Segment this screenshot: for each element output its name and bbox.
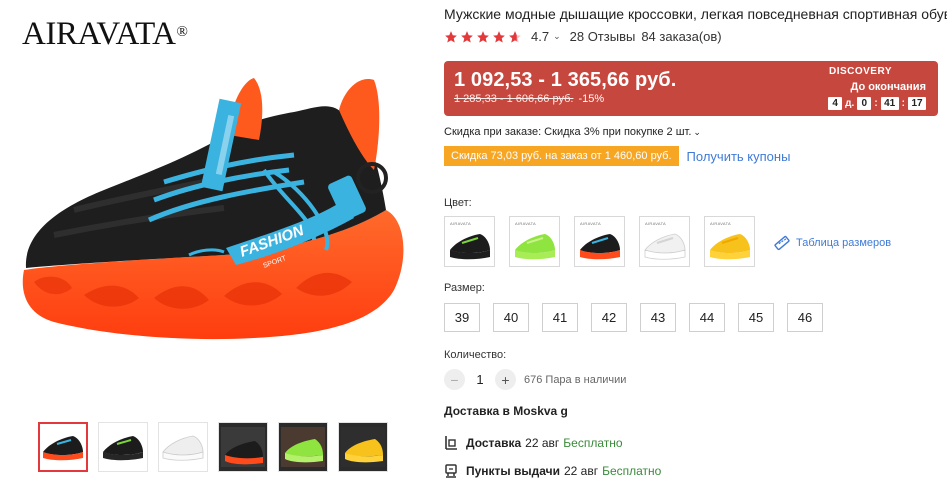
price-banner: 1 092,53 - 1 365,66 руб. 1 285,33 - 1 60… bbox=[444, 61, 938, 116]
order-discount[interactable]: Скидка при заказе: Скидка 3% при покупке… bbox=[444, 126, 701, 138]
shipping-date: 22 авг bbox=[563, 464, 599, 478]
thumbnail-black-orange[interactable] bbox=[38, 422, 88, 472]
star-icon bbox=[461, 30, 473, 43]
timer-days-unit: д. bbox=[845, 98, 855, 109]
swatch-sneaker-icon bbox=[579, 234, 620, 260]
shipping-option-pickup: Пункты выдачи 22 авг Бесплатно bbox=[444, 463, 661, 479]
color-options: AIRAVATA AIRAVATA AIRAVATA AIRAVATA AIRAVATA bbox=[444, 216, 755, 267]
size-options: 39 40 41 42 43 44 45 46 bbox=[444, 303, 823, 332]
color-option[interactable]: AIRAVATA bbox=[639, 216, 690, 267]
swatch-brand-text: AIRAVATA bbox=[580, 221, 601, 226]
registered-mark: ® bbox=[176, 24, 188, 40]
orders-count: 84 заказа(ов) bbox=[641, 29, 722, 44]
swatch-sneaker-icon bbox=[514, 234, 555, 260]
size-option[interactable]: 40 bbox=[493, 303, 529, 332]
thumb-sneaker-icon bbox=[43, 436, 83, 461]
color-option[interactable]: AIRAVATA bbox=[509, 216, 560, 267]
thumbnail-worn-yellow[interactable] bbox=[338, 422, 388, 472]
thumbnail-black-green[interactable] bbox=[98, 422, 148, 472]
swatch-sneaker-icon bbox=[643, 233, 685, 260]
star-icon bbox=[493, 30, 505, 43]
size-option[interactable]: 42 bbox=[591, 303, 627, 332]
decrease-button[interactable]: − bbox=[444, 369, 465, 390]
increase-button[interactable]: + bbox=[495, 369, 516, 390]
chevron-down-icon[interactable]: ⌄ bbox=[553, 31, 561, 42]
quantity-value[interactable]: 1 bbox=[465, 372, 495, 387]
coupon-row: Скидка 73,03 руб. на заказ от 1 460,60 р… bbox=[444, 146, 790, 166]
thumbnail-white[interactable] bbox=[158, 422, 208, 472]
price-range: 1 092,53 - 1 365,66 руб. bbox=[454, 69, 677, 91]
discount-percent: -15% bbox=[578, 93, 605, 105]
quantity-label: Количество: bbox=[444, 349, 507, 361]
brand-logo: AIRAVATA® bbox=[22, 14, 188, 54]
timer-separator: : bbox=[874, 98, 878, 109]
color-option[interactable]: AIRAVATA bbox=[574, 216, 625, 267]
countdown-timer: 4 д. 0 : 41 : 17 bbox=[828, 97, 926, 110]
shipping-option-delivery: Доставка 22 авг Бесплатно bbox=[444, 435, 623, 451]
promo-label: DISCOVERY bbox=[828, 66, 892, 77]
timer-days: 4 bbox=[828, 97, 843, 110]
swatch-sneaker-icon bbox=[709, 234, 750, 260]
old-price-row: 1 285,33 - 1 606,66 руб. -15% bbox=[454, 93, 604, 105]
quantity-stepper: − 1 + 676 Пара в наличии bbox=[444, 369, 626, 390]
swatch-brand-text: AIRAVATA bbox=[710, 221, 731, 226]
sneaker-image: FASHION SPORT bbox=[22, 78, 404, 340]
shipping-date: 22 авг bbox=[525, 436, 560, 450]
delivery-destination[interactable]: Доставка в Moskva g bbox=[444, 404, 568, 418]
size-option[interactable]: 45 bbox=[738, 303, 774, 332]
old-price: 1 285,33 - 1 606,66 руб. bbox=[454, 93, 574, 105]
size-option[interactable]: 43 bbox=[640, 303, 676, 332]
star-half-icon bbox=[509, 30, 521, 43]
swatch-sneaker-icon bbox=[449, 234, 490, 260]
shipping-cost: Бесплатно bbox=[563, 436, 623, 450]
timer-seconds: 17 bbox=[908, 97, 926, 110]
star-icon bbox=[445, 30, 457, 43]
size-option[interactable]: 44 bbox=[689, 303, 725, 332]
rating-value: 4.7 bbox=[531, 29, 550, 44]
swatch-brand-text: AIRAVATA bbox=[645, 221, 666, 226]
thumbnail-worn-green[interactable] bbox=[278, 422, 328, 472]
size-label: Размер: bbox=[444, 282, 485, 294]
size-option[interactable]: 39 bbox=[444, 303, 480, 332]
size-option[interactable]: 46 bbox=[787, 303, 823, 332]
chevron-down-icon: ⌄ bbox=[693, 127, 701, 137]
order-discount-text: Скидка при заказе: Скидка 3% при покупке… bbox=[444, 126, 692, 138]
shipping-cost: Бесплатно bbox=[602, 464, 662, 478]
stock-text: 676 Пара в наличии bbox=[524, 373, 627, 386]
shipping-name: Доставка bbox=[466, 436, 522, 450]
countdown-label: До окончания bbox=[850, 81, 926, 93]
thumb-worn-icon bbox=[281, 427, 325, 467]
color-option[interactable]: AIRAVATA bbox=[704, 216, 755, 267]
coupon-tag: Скидка 73,03 руб. на заказ от 1 460,60 р… bbox=[444, 146, 679, 166]
thumb-sneaker-icon bbox=[103, 436, 143, 461]
brand-name: AIRAVATA bbox=[22, 16, 176, 52]
main-product-image[interactable]: FASHION SPORT bbox=[14, 60, 412, 405]
swatch-brand-text: AIRAVATA bbox=[515, 221, 536, 226]
color-option[interactable]: AIRAVATA bbox=[444, 216, 495, 267]
thumb-worn-icon bbox=[221, 427, 265, 467]
size-table-link[interactable]: Таблица размеров bbox=[773, 234, 891, 252]
product-title: Мужские модные дышащие кроссовки, легкая… bbox=[444, 6, 947, 22]
color-label: Цвет: bbox=[444, 197, 472, 209]
timer-separator: : bbox=[901, 98, 905, 109]
shipping-name: Пункты выдачи bbox=[466, 464, 560, 478]
thumbnail-strip bbox=[38, 422, 388, 472]
size-table-label: Таблица размеров bbox=[796, 237, 892, 249]
get-coupons-link[interactable]: Получить купоны bbox=[687, 149, 791, 164]
timer-hours: 0 bbox=[857, 97, 872, 110]
star-icon bbox=[477, 30, 489, 43]
delivery-box-icon bbox=[445, 436, 457, 450]
reviews-link[interactable]: 28 Отзывы bbox=[570, 29, 636, 44]
rating-row: 4.7 ⌄ 28 Отзывы 84 заказа(ов) bbox=[444, 29, 722, 44]
swatch-brand-text: AIRAVATA bbox=[450, 221, 471, 226]
thumb-sneaker-icon bbox=[162, 435, 204, 461]
size-option[interactable]: 41 bbox=[542, 303, 578, 332]
timer-minutes: 41 bbox=[880, 97, 899, 110]
thumbnail-worn-orange[interactable] bbox=[218, 422, 268, 472]
thumb-worn-icon bbox=[341, 427, 385, 467]
rating-stars bbox=[444, 30, 522, 44]
ruler-icon bbox=[774, 235, 790, 251]
pickup-point-icon bbox=[445, 464, 457, 478]
